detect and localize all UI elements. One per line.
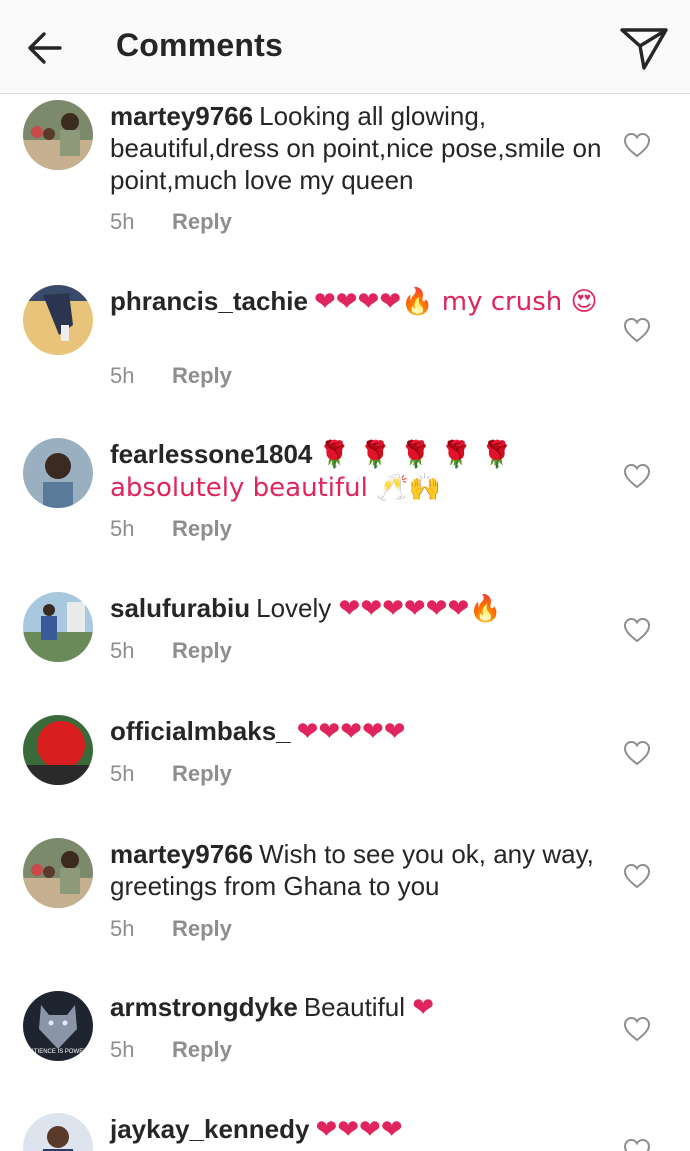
like-button[interactable] [623, 317, 651, 343]
avatar[interactable] [23, 285, 93, 355]
comment-meta: 5h Reply [110, 761, 232, 787]
heart-outline-icon [623, 317, 651, 343]
back-button[interactable] [22, 26, 70, 70]
comment-emojis: ❤❤❤❤❤❤🔥 [338, 594, 502, 624]
reply-button[interactable]: Reply [172, 516, 232, 541]
comment-username[interactable]: officialmbaks_ [110, 716, 291, 746]
heart-outline-icon [623, 132, 651, 158]
heart-outline-icon [623, 463, 651, 489]
comment-content: Beautiful [303, 992, 406, 1022]
comment-meta: 5h Reply [110, 363, 232, 389]
reply-button[interactable]: Reply [172, 209, 232, 234]
avatar[interactable] [23, 438, 93, 508]
heart-outline-icon [623, 1016, 651, 1042]
comment-timestamp: 5h [110, 916, 135, 941]
reply-button[interactable]: Reply [172, 916, 232, 941]
comment-timestamp: 5h [110, 516, 135, 541]
comment-text: salufurabiu Lovely ❤❤❤❤❤❤🔥 [110, 592, 605, 625]
heart-outline-icon [623, 863, 651, 889]
avatar[interactable]: PATIENCE IS POWER. [23, 991, 93, 1061]
comment-timestamp: 5h [110, 209, 135, 234]
comment-text: jaykay_kennedy ❤❤❤❤ [110, 1113, 605, 1146]
comment-text: armstrongdyke Beautiful ❤ [110, 991, 605, 1024]
comments-list[interactable]: martey9766 Looking all glowing, beautiful… [0, 95, 690, 1151]
heart-outline-icon [623, 617, 651, 643]
reply-button[interactable]: Reply [172, 761, 232, 786]
comment-timestamp: 5h [110, 761, 135, 786]
heart-outline-icon [623, 740, 651, 766]
avatar[interactable] [23, 100, 93, 170]
paper-plane-icon [620, 28, 668, 70]
avatar[interactable] [23, 592, 93, 662]
comment-username[interactable]: armstrongdyke [110, 992, 298, 1022]
comment-username[interactable]: phrancis_tachie [110, 286, 308, 316]
comment-username[interactable]: salufurabiu [110, 593, 250, 623]
comment-username[interactable]: jaykay_kennedy [110, 1114, 309, 1144]
comment-timestamp: 5h [110, 638, 135, 663]
like-button[interactable] [623, 740, 651, 766]
like-button[interactable] [623, 1016, 651, 1042]
reply-button[interactable]: Reply [172, 1037, 232, 1062]
comment-content: Lovely [256, 593, 332, 623]
comment-timestamp: 5h [110, 1037, 135, 1062]
reply-button[interactable]: Reply [172, 638, 232, 663]
comment-text: fearlessone1804 🌹 🌹 🌹 🌹 🌹 absolutely beau… [110, 438, 605, 504]
avatar-caption: PATIENCE IS POWER. [27, 1049, 90, 1055]
like-button[interactable] [623, 1138, 651, 1151]
comment-timestamp: 5h [110, 363, 135, 388]
comment-content: ❤❤❤❤ [315, 1115, 403, 1145]
comment-meta: 5h Reply [110, 516, 232, 542]
comment-content: ❤❤❤❤❤ [296, 717, 406, 747]
comment-meta: 5h Reply [110, 916, 232, 942]
comment-emojis: ❤ [412, 993, 435, 1023]
comment-text: martey9766 Wish to see you ok, any way, g… [110, 838, 605, 902]
comment-content: ❤❤❤❤🔥 my crush 😍 [313, 287, 598, 317]
avatar[interactable] [23, 838, 93, 908]
like-button[interactable] [623, 132, 651, 158]
heart-outline-icon [623, 1138, 651, 1151]
avatar[interactable] [23, 1113, 93, 1151]
comment-text: officialmbaks_ ❤❤❤❤❤ [110, 715, 605, 748]
top-bar: Comments [0, 0, 690, 94]
comment-meta: 5h Reply [110, 1037, 232, 1063]
comment-meta: 5h Reply [110, 638, 232, 664]
comment-username[interactable]: fearlessone1804 [110, 439, 312, 469]
page-title: Comments [116, 27, 283, 63]
avatar[interactable] [23, 715, 93, 785]
share-button[interactable] [616, 22, 672, 72]
comment-text: phrancis_tachie ❤❤❤❤🔥 my crush 😍 [110, 285, 605, 318]
comment-meta: 5h Reply [110, 209, 232, 235]
arrow-left-icon [28, 32, 62, 64]
comment-text: martey9766 Looking all glowing, beautiful… [110, 100, 605, 196]
like-button[interactable] [623, 617, 651, 643]
like-button[interactable] [623, 863, 651, 889]
comment-username[interactable]: martey9766 [110, 839, 253, 869]
comment-username[interactable]: martey9766 [110, 101, 253, 131]
like-button[interactable] [623, 463, 651, 489]
reply-button[interactable]: Reply [172, 363, 232, 388]
